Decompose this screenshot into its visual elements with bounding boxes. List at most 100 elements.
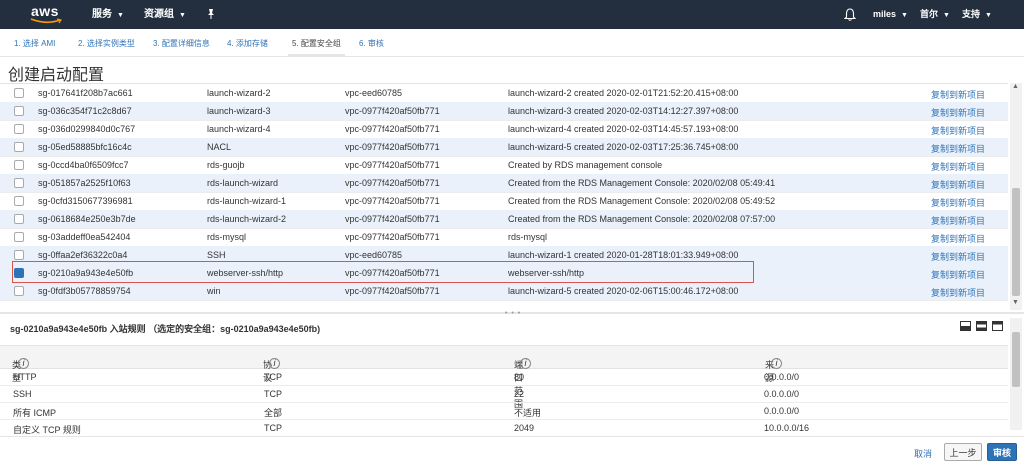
cell-name: launch-wizard-4 <box>207 124 271 134</box>
table-row[interactable]: sg-036c354f71c2c8d67 launch-wizard-3 vpc-0… <box>0 102 1008 121</box>
rule-row: SSH TCP 22 0.0.0.0/0 <box>0 385 1008 403</box>
copy-to-new-link[interactable]: 复制到新项目 <box>931 232 985 245</box>
copy-to-new-link[interactable]: 复制到新项目 <box>931 178 985 191</box>
copy-to-new-link[interactable]: 复制到新项目 <box>931 160 985 173</box>
step-choose-instance-type[interactable]: 2. 选择实例类型 <box>78 38 135 49</box>
cell-vpc: vpc-0977f420af50fb771 <box>345 124 440 134</box>
cell-desc: Created by RDS management console <box>508 160 663 170</box>
copy-to-new-link[interactable]: 复制到新项目 <box>931 214 985 227</box>
row-select-checkbox[interactable] <box>14 250 24 260</box>
cell-vpc: vpc-eed60785 <box>345 88 403 98</box>
support-menu[interactable]: 支持 ▼ <box>962 0 992 29</box>
bell-icon[interactable] <box>844 8 856 21</box>
table-row[interactable]: sg-017641f208b7ac661 launch-wizard-2 vpc-e… <box>0 84 1008 103</box>
copy-to-new-link[interactable]: 复制到新项目 <box>931 124 985 137</box>
row-select-checkbox[interactable] <box>14 160 24 170</box>
cell-name: win <box>207 286 221 296</box>
user-menu[interactable]: miles ▼ <box>873 0 908 29</box>
table-row[interactable]: sg-051857a2525f10f63 rds-launch-wizard vpc… <box>0 174 1008 193</box>
user-label: miles <box>873 9 897 19</box>
cell-name: rds-launch-wizard <box>207 178 279 188</box>
table-row[interactable]: sg-0ccd4ba0f6509fcc7 rds-guojb vpc-0977f42… <box>0 156 1008 175</box>
rule-cell: 不适用 <box>514 408 542 418</box>
layout-top-icon <box>992 321 1003 331</box>
copy-to-new-link[interactable]: 复制到新项目 <box>931 196 985 209</box>
rule-cell: 0.0.0.0/0 <box>764 389 800 399</box>
copy-to-new-link[interactable]: 复制到新项目 <box>931 268 985 281</box>
rule-cell: 所有 ICMP <box>13 408 57 418</box>
table-row[interactable]: sg-03addeff0ea542404 rds-mysql vpc-0977f42… <box>0 228 1008 247</box>
security-groups-scrollbar[interactable]: ▲ ▼ <box>1010 83 1022 310</box>
aws-logo[interactable]: aws <box>28 2 64 26</box>
table-row[interactable]: sg-036d0299840d0c767 launch-wizard-4 vpc-0… <box>0 120 1008 139</box>
cell-vpc: vpc-0977f420af50fb771 <box>345 232 440 242</box>
cell-name: SSH <box>207 250 226 260</box>
rules-scrollbar[interactable] <box>1010 318 1022 430</box>
cell-id: sg-0fdf3b05778859754 <box>38 286 131 296</box>
row-select-checkbox[interactable] <box>14 214 24 224</box>
step-configure-details[interactable]: 3. 配置详细信息 <box>153 38 210 49</box>
cell-name: launch-wizard-2 <box>207 88 271 98</box>
row-select-checkbox[interactable] <box>14 124 24 134</box>
table-row[interactable]: sg-0fdf3b05778859754 win vpc-0977f420af50f… <box>0 282 1008 301</box>
review-button[interactable]: 审核 <box>987 443 1017 461</box>
step-add-storage[interactable]: 4. 添加存储 <box>227 38 268 49</box>
rule-cell: TCP <box>264 423 282 433</box>
row-select-checkbox[interactable] <box>14 106 24 116</box>
cell-id: sg-03addeff0ea542404 <box>38 232 131 242</box>
rule-cell: 全部 <box>264 408 283 418</box>
support-label: 支持 <box>962 9 981 19</box>
resource-groups-menu[interactable]: 资源组 ▼ <box>144 0 186 29</box>
region-menu[interactable]: 首尔 ▼ <box>920 0 950 29</box>
previous-button[interactable]: 上一步 <box>944 443 982 461</box>
row-select-checkbox[interactable] <box>14 142 24 152</box>
copy-to-new-link[interactable]: 复制到新项目 <box>931 142 985 155</box>
step-configure-security-group[interactable]: 5. 配置安全组 <box>288 38 345 56</box>
row-select-checkbox[interactable] <box>14 286 24 296</box>
services-menu[interactable]: 服务 ▼ <box>92 0 124 29</box>
scroll-down-icon[interactable]: ▼ <box>1012 299 1019 306</box>
cell-id: sg-017641f208b7ac661 <box>38 88 133 98</box>
aws-logo-text: aws <box>31 3 59 19</box>
cell-name: rds-launch-wizard-1 <box>207 196 287 206</box>
cancel-button[interactable]: 取消 <box>914 447 932 460</box>
resize-grip-icon[interactable]: • • • <box>505 310 521 317</box>
table-row[interactable]: sg-0618684e250e3b7de rds-launch-wizard-2 v… <box>0 210 1008 229</box>
rule-row: HTTP TCP 80 0.0.0.0/0 <box>0 368 1008 386</box>
inbound-rules-header: 类型 i 协议 i 端口范围 i 来源 i <box>0 345 1008 409</box>
chevron-down-icon: ▼ <box>985 12 992 19</box>
cell-id: sg-036d0299840d0c767 <box>38 124 136 134</box>
cell-vpc: vpc-0977f420af50fb771 <box>345 106 440 116</box>
rule-cell: 2049 <box>514 423 535 433</box>
cell-desc: launch-wizard-1 created 2020-01-28T18:01… <box>508 250 739 260</box>
cell-name: NACL <box>207 142 232 152</box>
table-row[interactable]: sg-05ed58885bfc16c4c NACL vpc-0977f420af50… <box>0 138 1008 157</box>
cell-vpc: vpc-0977f420af50fb771 <box>345 142 440 152</box>
cell-desc: launch-wizard-5 created 2020-02-03T17:25… <box>508 142 739 152</box>
table-row[interactable]: sg-0cfd3150677396981 rds-launch-wizard-1 v… <box>0 192 1008 211</box>
copy-to-new-link[interactable]: 复制到新项目 <box>931 286 985 299</box>
scrollbar-thumb[interactable] <box>1012 188 1020 296</box>
copy-to-new-link[interactable]: 复制到新项目 <box>931 106 985 119</box>
cell-id: sg-0ccd4ba0f6509fcc7 <box>38 160 129 170</box>
selected-row-highlight <box>12 261 754 283</box>
row-select-checkbox[interactable] <box>14 88 24 98</box>
view-layout-icons[interactable] <box>960 321 1004 331</box>
rule-cell: TCP <box>264 389 282 399</box>
copy-to-new-link[interactable]: 复制到新项目 <box>931 250 985 263</box>
step-review[interactable]: 6. 审核 <box>359 38 384 49</box>
scrollbar-thumb[interactable] <box>1012 332 1020 387</box>
pin-icon[interactable] <box>206 9 216 19</box>
row-select-checkbox[interactable] <box>14 196 24 206</box>
row-select-checkbox[interactable] <box>14 178 24 188</box>
cell-vpc: vpc-0977f420af50fb771 <box>345 286 440 296</box>
scroll-up-icon[interactable]: ▲ <box>1012 83 1019 90</box>
layout-split-icon <box>976 321 987 331</box>
step-choose-ami[interactable]: 1. 选择 AMI <box>14 38 55 49</box>
row-select-checkbox[interactable] <box>14 232 24 242</box>
cell-id: sg-0ffaa2ef36322c0a4 <box>38 250 128 260</box>
rule-cell: HTTP <box>13 372 37 382</box>
cell-vpc: vpc-eed60785 <box>345 250 403 260</box>
copy-to-new-link[interactable]: 复制到新项目 <box>931 88 985 101</box>
cell-name: launch-wizard-3 <box>207 106 271 116</box>
